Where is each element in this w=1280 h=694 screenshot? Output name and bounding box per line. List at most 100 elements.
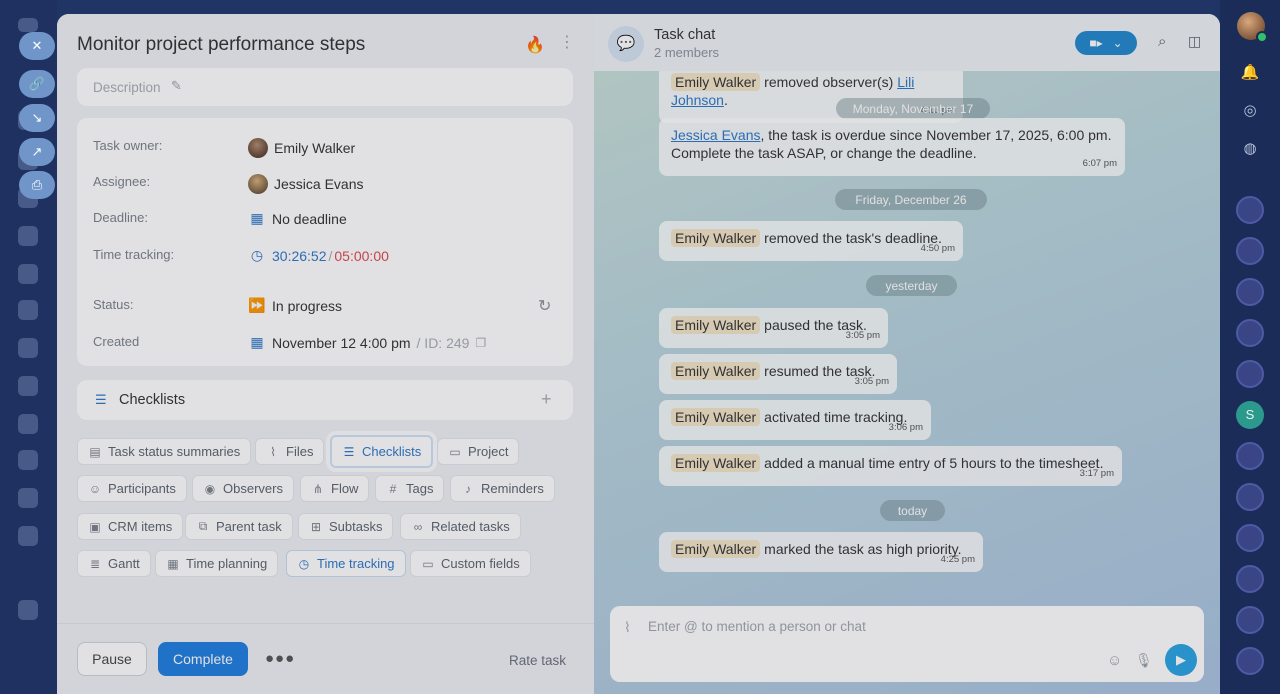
avatar[interactable]: [248, 174, 268, 194]
owner-name[interactable]: Emily Walker: [274, 140, 355, 156]
paperclip-icon[interactable]: ⌇: [624, 619, 631, 636]
author-name[interactable]: Emily Walker: [671, 73, 761, 91]
assignee-name[interactable]: Jessica Evans: [274, 176, 363, 192]
chip-parent-task[interactable]: ⧉ Parent task: [185, 513, 293, 540]
chip-files[interactable]: ⌇ Files: [255, 438, 325, 465]
chip-time-planning[interactable]: ▦ Time planning: [155, 550, 279, 577]
chip-reminders[interactable]: ♪ Reminders: [450, 475, 555, 502]
chat-avatar[interactable]: [1236, 319, 1264, 347]
description-field[interactable]: Description ✎: [77, 68, 573, 106]
open-new-tab-button[interactable]: ↗: [19, 138, 55, 166]
time-limit[interactable]: 05:00:00: [334, 248, 389, 264]
chip-tags[interactable]: # Tags: [375, 475, 445, 502]
copy-link-button[interactable]: 🔗: [19, 70, 55, 98]
complete-button[interactable]: Complete: [158, 642, 248, 676]
author-name[interactable]: Emily Walker: [671, 316, 761, 334]
menu-icon[interactable]: [18, 18, 38, 32]
chip-flow[interactable]: ⋔ Flow: [300, 475, 370, 502]
chat-avatar[interactable]: [1236, 442, 1264, 470]
chip-label: Time tracking: [317, 556, 395, 571]
settings-icon[interactable]: [18, 600, 38, 620]
chip-gantt[interactable]: ≣ Gantt: [77, 550, 151, 577]
message-input[interactable]: ⌇ Enter @ to mention a person or chat ☺ …: [610, 606, 1204, 682]
copilot-icon[interactable]: ◎: [1239, 100, 1261, 122]
add-checklist-icon[interactable]: +: [541, 389, 552, 410]
microphone-icon[interactable]: 🎙: [1135, 652, 1153, 669]
notifications-icon[interactable]: 🔔: [1239, 62, 1261, 84]
message: Emily Walker marked the task as high prio…: [659, 532, 983, 572]
help-icon[interactable]: [18, 526, 38, 546]
emoji-icon[interactable]: ☺: [1107, 652, 1122, 669]
search-icon[interactable]: ⌕: [1158, 33, 1166, 50]
pen-icon[interactable]: [18, 414, 38, 434]
chip-task-status-summaries[interactable]: ▤ Task status summaries: [77, 438, 252, 465]
support-icon[interactable]: ◍: [1239, 138, 1261, 160]
send-button[interactable]: ▶: [1165, 644, 1197, 676]
pause-button[interactable]: Pause: [77, 642, 147, 676]
task-title[interactable]: Monitor project performance steps: [77, 34, 365, 56]
chat-avatar[interactable]: [1236, 565, 1264, 593]
chat-avatar[interactable]: [1236, 483, 1264, 511]
chip-time-tracking[interactable]: ◷ Time tracking: [286, 550, 406, 577]
chip-label: Custom fields: [441, 556, 520, 571]
chip-custom-fields[interactable]: ▭ Custom fields: [410, 550, 531, 577]
calendar-icon[interactable]: [18, 226, 38, 246]
chip-label: Project: [468, 444, 509, 459]
message-text: Complete the task ASAP, or change the de…: [671, 145, 977, 161]
copy-icon[interactable]: ❐: [475, 336, 486, 350]
chip-checklists[interactable]: ☰ Checklists: [330, 435, 434, 468]
author-name[interactable]: Emily Walker: [671, 454, 761, 472]
drive-icon[interactable]: [18, 264, 38, 284]
chip-participants[interactable]: ☺ Participants: [77, 475, 187, 502]
close-slider-button[interactable]: ✕: [19, 32, 55, 60]
chip-label: Tags: [406, 481, 434, 496]
chat-avatar[interactable]: S: [1236, 401, 1264, 429]
send-icon: ▶: [1176, 652, 1186, 667]
author-name[interactable]: Emily Walker: [671, 229, 761, 247]
download-button[interactable]: ↘: [19, 104, 55, 132]
user-avatar[interactable]: [1237, 12, 1268, 43]
high-priority-icon[interactable]: 🔥: [525, 35, 545, 54]
deadline-value[interactable]: No deadline: [272, 211, 347, 227]
print-button[interactable]: ⎙: [19, 171, 55, 199]
chat-avatar[interactable]: [1236, 196, 1264, 224]
timer-icon[interactable]: ◷: [248, 247, 266, 264]
chat-avatar[interactable]: [1236, 524, 1264, 552]
rate-task-link[interactable]: Rate task: [509, 653, 566, 668]
message-time: 4:50 pm: [920, 243, 955, 254]
chat-members[interactable]: 2 members: [654, 45, 719, 60]
inbox-icon[interactable]: [18, 488, 38, 508]
avatar[interactable]: [248, 138, 268, 158]
chat-bubbles-icon: 💬: [608, 26, 644, 62]
chat-avatar[interactable]: [1236, 606, 1264, 634]
chip-related-tasks[interactable]: ∞ Related tasks: [400, 513, 521, 540]
message-list[interactable]: Emily Walker removed observer(s) Lili Joh…: [594, 71, 1220, 607]
mention[interactable]: Jessica Evans: [671, 127, 760, 143]
author-name[interactable]: Emily Walker: [671, 408, 761, 426]
chip-project[interactable]: ▭ Project: [437, 438, 520, 465]
chevron-down-icon[interactable]: ⌄: [1113, 36, 1123, 50]
chip-subtasks[interactable]: ⊞ Subtasks: [298, 513, 394, 540]
chip-observers[interactable]: ◉ Observers: [192, 475, 294, 502]
message: Emily Walker removed the task's deadline.…: [659, 221, 963, 261]
chip-crm-items[interactable]: ▣ CRM items: [77, 513, 184, 540]
time-spent[interactable]: 30:26:52: [272, 248, 327, 264]
chat-avatar[interactable]: [1236, 647, 1264, 675]
document-icon[interactable]: [18, 376, 38, 396]
cart-icon[interactable]: [18, 338, 38, 358]
author-name[interactable]: Emily Walker: [671, 362, 761, 380]
target-icon[interactable]: [18, 300, 38, 320]
chat-avatar[interactable]: [1236, 360, 1264, 388]
author-name[interactable]: Emily Walker: [671, 540, 761, 558]
description-placeholder: Description: [93, 80, 161, 95]
chat-avatar[interactable]: [1236, 237, 1264, 265]
video-call-button[interactable]: ■▸ ⌄: [1075, 31, 1137, 55]
sidebar-toggle-icon[interactable]: ◫: [1188, 33, 1201, 50]
edit-icon[interactable]: ✎: [171, 78, 182, 94]
analytics-icon[interactable]: [18, 450, 38, 470]
more-vertical-icon[interactable]: ⋮: [559, 34, 575, 52]
more-horizontal-icon[interactable]: ●●●: [265, 650, 295, 667]
chat-avatar[interactable]: [1236, 278, 1264, 306]
status-history-icon[interactable]: ↻: [538, 296, 551, 316]
message-text: removed observer(s): [764, 74, 894, 90]
